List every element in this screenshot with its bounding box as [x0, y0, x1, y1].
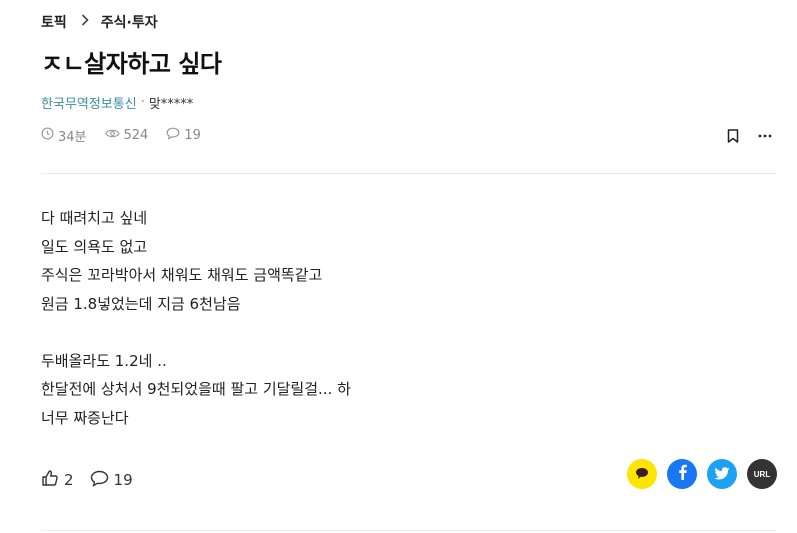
post-stats: 34분 524 19 — [41, 126, 219, 145]
breadcrumb: 토픽 주식·투자 — [41, 12, 158, 32]
post-author-line: 한국무역정보통신 · 맞***** — [41, 93, 193, 112]
comment-icon — [90, 470, 114, 491]
post-title: ㅈㄴ살자하고 싶다 — [41, 50, 222, 78]
body-line: 일도 의욕도 없고 — [41, 237, 148, 256]
company-link[interactable]: 한국무역정보통신 — [41, 93, 137, 112]
facebook-icon — [678, 464, 687, 484]
comment-button[interactable]: 19 — [90, 470, 133, 491]
clock-icon — [41, 127, 58, 144]
body-line: 한달전에 상처서 9천되었을때 팔고 기달릴걸... 하 — [41, 380, 351, 398]
share-buttons: URL — [617, 459, 777, 489]
kakaotalk-share-button[interactable] — [627, 459, 657, 489]
comments-value: 19 — [184, 128, 201, 143]
bookmark-icon[interactable] — [723, 126, 743, 146]
thumbs-up-icon — [41, 469, 64, 491]
post-reactions: 2 19 — [41, 469, 149, 491]
like-count: 2 — [64, 471, 74, 489]
body-line: 두배올라도 1.2네 .. — [41, 351, 167, 370]
views-value: 524 — [123, 128, 149, 143]
chevron-right-icon — [81, 14, 89, 30]
comments-stat: 19 — [166, 127, 201, 144]
footer-divider — [41, 530, 777, 531]
kakaotalk-icon — [635, 465, 649, 484]
copy-url-button[interactable]: URL — [747, 459, 777, 489]
post-body: 다 때려치고 싶네 일도 의욕도 없고 주식은 꼬라박아서 채워도 채워도 금액… — [41, 204, 351, 432]
body-line: 다 때려치고 싶네 — [41, 209, 148, 227]
body-line — [41, 318, 351, 347]
more-icon[interactable] — [755, 126, 775, 146]
body-line: 원금 1.8넣었는데 지금 6천남음 — [41, 294, 241, 313]
comment-count: 19 — [113, 471, 133, 489]
read-time-value: 34분 — [58, 130, 87, 145]
header-divider — [41, 173, 777, 174]
body-line: 너무 짜증난다 — [41, 408, 129, 427]
breadcrumb-category[interactable]: 주식·투자 — [101, 12, 158, 32]
author-name: 맞***** — [148, 97, 194, 112]
facebook-share-button[interactable] — [667, 459, 697, 489]
breadcrumb-topic[interactable]: 토픽 — [41, 12, 67, 32]
twitter-share-button[interactable] — [707, 459, 737, 489]
comment-icon — [166, 127, 184, 144]
separator-dot: · — [140, 95, 145, 110]
like-button[interactable]: 2 — [41, 469, 74, 491]
twitter-icon — [714, 465, 730, 484]
views-stat: 524 — [104, 127, 149, 144]
post-actions — [711, 126, 775, 146]
eye-icon — [104, 127, 124, 144]
read-time-stat: 34분 — [41, 126, 87, 145]
body-line: 주식은 꼬라박아서 채워도 채워도 금액똑같고 — [41, 266, 323, 284]
